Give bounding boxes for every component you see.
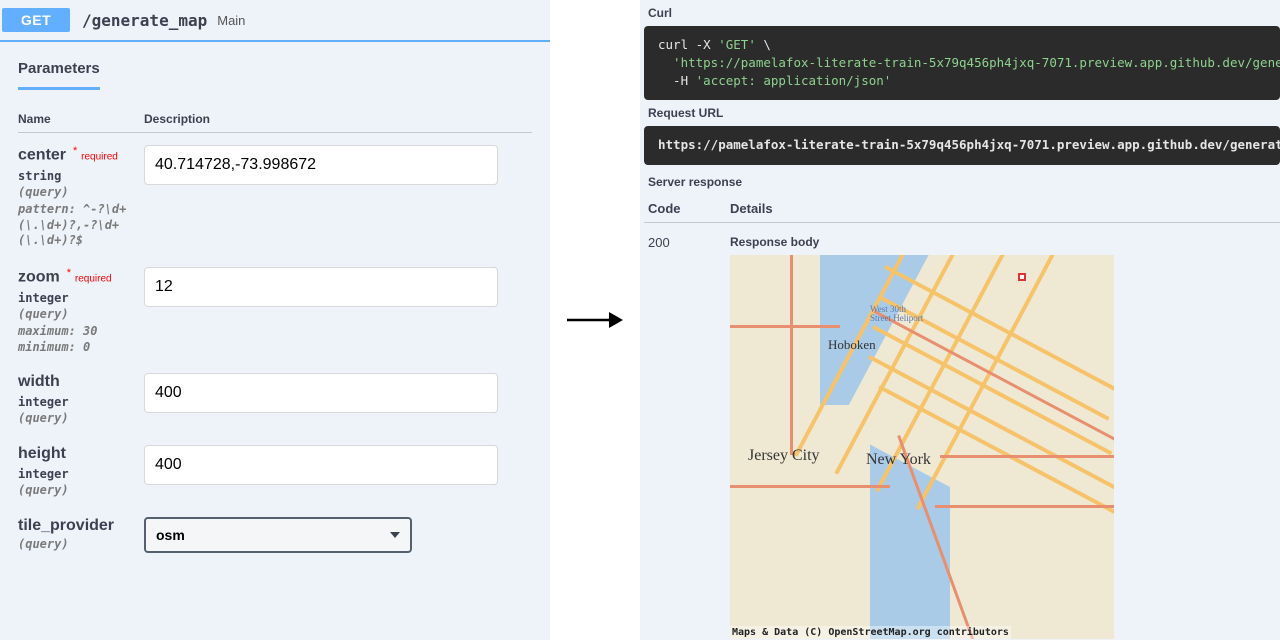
response-map-image: Hoboken West 30thStreet Heliport Jersey … xyxy=(730,255,1114,639)
param-name: center xyxy=(18,147,66,164)
param-row-tile-provider: tile_provider (query) osm xyxy=(18,505,532,559)
response-table-header: Code Details xyxy=(644,193,1280,223)
param-in: (query) xyxy=(18,185,144,201)
required-star-icon: * xyxy=(64,267,71,279)
server-response-label: Server response xyxy=(644,165,1280,193)
tile-provider-select-wrap: osm xyxy=(144,517,412,553)
parameters-panel: GET /generate_map Main Parameters Name D… xyxy=(0,0,550,640)
response-body-label: Response body xyxy=(730,235,1280,249)
col-name: Name xyxy=(18,112,144,126)
map-label-heliport: West 30thStreet Heliport xyxy=(870,305,923,325)
zoom-input[interactable] xyxy=(144,267,498,307)
arrow-divider xyxy=(550,0,640,640)
required-star-icon: * xyxy=(70,145,77,157)
param-row-width: width integer (query) xyxy=(18,361,532,433)
col-details: Details xyxy=(730,201,773,216)
request-url-value[interactable]: https://pamelafox-literate-train-5x79q45… xyxy=(644,126,1280,164)
param-constraint: pattern: ^-?\d+(\.\d+)?,-?\d+(\.\d+)?$ xyxy=(18,202,144,249)
param-type: integer xyxy=(18,291,144,305)
param-name: tile_provider xyxy=(18,517,114,534)
param-constraint: maximum: 30minimum: 0 xyxy=(18,324,144,355)
operation-header[interactable]: GET /generate_map Main xyxy=(0,0,550,42)
response-row: 200 Response body xyxy=(644,231,1280,639)
curl-label: Curl xyxy=(644,0,1280,26)
param-in: (query) xyxy=(18,411,144,427)
param-in: (query) xyxy=(18,307,144,323)
status-code: 200 xyxy=(648,235,730,639)
curl-command[interactable]: curl -X 'GET' \ 'https://pamelafox-liter… xyxy=(644,26,1280,100)
http-method-badge: GET xyxy=(2,8,70,32)
height-input[interactable] xyxy=(144,445,498,485)
param-in: (query) xyxy=(18,537,144,553)
param-name: width xyxy=(18,373,60,390)
param-in: (query) xyxy=(18,483,144,499)
param-name: height xyxy=(18,445,66,462)
param-type: integer xyxy=(18,395,144,409)
required-label: required xyxy=(81,152,118,163)
parameters-table-header: Name Description xyxy=(18,90,532,133)
center-input[interactable] xyxy=(144,145,498,185)
param-row-height: height integer (query) xyxy=(18,433,532,505)
parameters-table: Name Description center * required strin… xyxy=(0,90,550,559)
col-description: Description xyxy=(144,112,532,126)
operation-path: /generate_map xyxy=(82,11,207,30)
param-row-center: center * required string (query) pattern… xyxy=(18,133,532,255)
map-attribution: Maps & Data (C) OpenStreetMap.org contri… xyxy=(730,626,1011,639)
col-code: Code xyxy=(648,201,730,216)
tile-provider-select[interactable]: osm xyxy=(144,517,412,553)
param-row-zoom: zoom * required integer (query) maximum:… xyxy=(18,255,532,361)
map-label-new-york: New York xyxy=(866,451,931,469)
required-label: required xyxy=(75,274,112,285)
param-type: string xyxy=(18,169,144,183)
tab-parameters[interactable]: Parameters xyxy=(18,60,100,90)
operation-tag: Main xyxy=(217,13,245,28)
param-type: integer xyxy=(18,467,144,481)
arrow-icon xyxy=(567,310,623,330)
map-label-hoboken: Hoboken xyxy=(828,337,876,353)
request-url-label: Request URL xyxy=(644,100,1280,126)
map-label-jersey-city: Jersey City xyxy=(748,447,820,465)
response-panel: Curl curl -X 'GET' \ 'https://pamelafox-… xyxy=(640,0,1280,640)
map-marker-icon xyxy=(1018,273,1026,281)
width-input[interactable] xyxy=(144,373,498,413)
param-name: zoom xyxy=(18,269,60,286)
tabs-bar: Parameters xyxy=(0,42,550,90)
